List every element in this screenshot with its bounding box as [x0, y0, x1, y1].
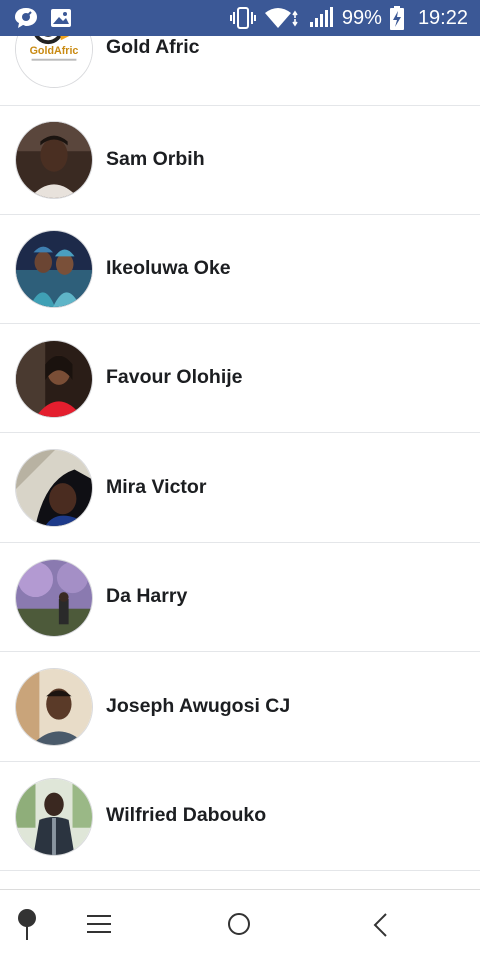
svg-text:GoldAfric: GoldAfric	[30, 45, 79, 57]
avatar	[15, 559, 93, 637]
clock: 19:22	[417, 6, 468, 29]
list-item-da-harry[interactable]: Da Harry	[0, 543, 480, 652]
list-item-mira-victor[interactable]: Mira Victor	[0, 434, 480, 543]
vibrate-icon	[229, 6, 256, 30]
list-item-favour-olohije[interactable]: Favour Olohije	[0, 324, 480, 433]
contact-list: GoldAfric Gold Afric Sam Orbih Ikeoluwa …	[0, 0, 480, 890]
back-chevron-icon[interactable]	[372, 912, 388, 943]
wifi-icon	[264, 7, 300, 29]
chat-bubble-icon	[14, 7, 38, 29]
list-item-sam-orbih[interactable]: Sam Orbih	[0, 106, 480, 215]
battery-percent: 99%	[341, 6, 382, 29]
contact-name: Wilfried Dabouko	[106, 804, 267, 826]
navigation-bar	[0, 889, 480, 960]
list-item-wilfried-dabouko[interactable]: Wilfried Dabouko	[0, 762, 480, 871]
contact-name: Mira Victor	[106, 476, 207, 498]
image-icon	[50, 8, 72, 28]
home-circle-icon[interactable]	[227, 912, 251, 941]
contact-name: Joseph Awugosi CJ	[106, 695, 291, 717]
signal-icon	[308, 7, 334, 29]
status-bar: 99% 19:22	[0, 0, 480, 36]
list-item-ikeoluwa-oke[interactable]: Ikeoluwa Oke	[0, 215, 480, 324]
avatar	[15, 230, 93, 308]
avatar	[15, 778, 93, 856]
contact-name: Da Harry	[106, 585, 188, 607]
avatar	[15, 668, 93, 746]
contact-name: Ikeoluwa Oke	[106, 257, 231, 279]
avatar	[15, 340, 93, 418]
avatar	[15, 121, 93, 199]
contact-name: Gold Afric	[106, 36, 200, 58]
battery-charging-icon	[389, 6, 404, 30]
contact-name: Favour Olohije	[106, 366, 243, 388]
pin-icon[interactable]	[16, 908, 38, 947]
list-item-joseph-awugosi-cj[interactable]: Joseph Awugosi CJ	[0, 653, 480, 762]
avatar	[15, 449, 93, 527]
menu-icon[interactable]	[87, 914, 111, 939]
contact-name: Sam Orbih	[106, 148, 205, 170]
